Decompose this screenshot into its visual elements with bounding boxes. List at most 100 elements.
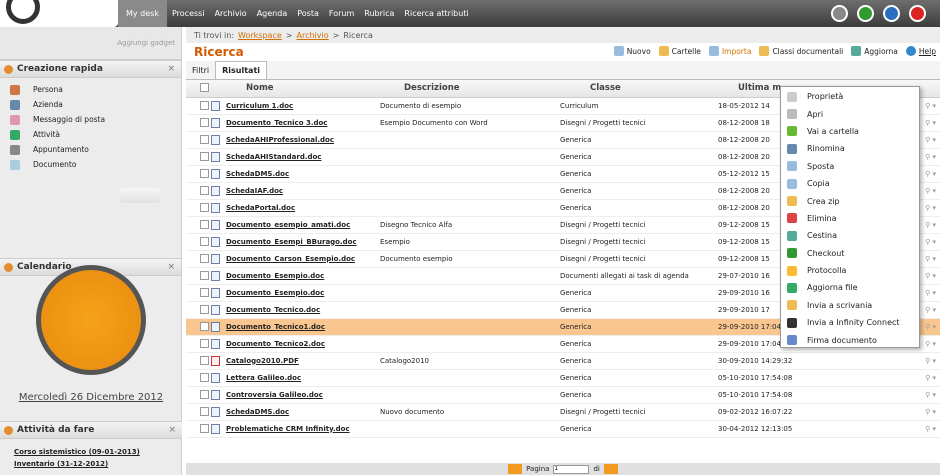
task-item[interactable]: Inventario (31-12-2012) — [0, 458, 182, 470]
search-icon[interactable]: ⚲ — [925, 340, 930, 348]
row-actions[interactable]: ⚲ ▾ — [900, 403, 940, 421]
row-nome[interactable]: Documento_Esempio.doc — [226, 284, 380, 302]
row-actions[interactable]: ⚲ ▾ — [900, 352, 940, 370]
file-link[interactable]: Catalogo2010.PDF — [226, 357, 299, 365]
row-checkbox[interactable] — [200, 322, 209, 331]
search-icon[interactable]: ⚲ — [925, 136, 930, 144]
new-button[interactable]: Nuovo — [613, 46, 651, 56]
chevron-down-icon[interactable]: ▾ — [932, 357, 936, 365]
row-actions[interactable]: ⚲ ▾ — [900, 420, 940, 438]
row-select-cell[interactable] — [186, 233, 226, 251]
row-checkbox[interactable] — [200, 407, 209, 416]
nav-agenda[interactable]: Agenda — [252, 9, 293, 18]
chevron-down-icon[interactable]: ▾ — [932, 272, 936, 280]
file-link[interactable]: SchedaAHIStandard.doc — [226, 153, 321, 161]
row-nome[interactable]: Documento_Tecnico 3.doc — [226, 114, 380, 132]
context-menu-item[interactable]: Crea zip — [781, 192, 919, 209]
file-link[interactable]: SchedaAHIProfessional.doc — [226, 136, 334, 144]
breadcrumb-workspace[interactable]: Workspace — [238, 31, 282, 40]
row-nome[interactable]: Documento_Tecnico2.doc — [226, 335, 380, 353]
search-icon[interactable]: ⚲ — [925, 272, 930, 280]
row-checkbox[interactable] — [200, 101, 209, 110]
row-nome[interactable]: Documento_Esempi_BBurago.doc — [226, 233, 380, 251]
file-link[interactable]: Documento_Tecnico1.doc — [226, 323, 325, 331]
row-checkbox[interactable] — [200, 373, 209, 382]
tab-filtri[interactable]: Filtri — [186, 61, 215, 79]
file-link[interactable]: Documento_Tecnico2.doc — [226, 340, 325, 348]
search-icon[interactable]: ⚲ — [925, 289, 930, 297]
file-link[interactable]: SchedaPortal.doc — [226, 204, 295, 212]
row-checkbox[interactable] — [200, 118, 209, 127]
search-icon[interactable]: ⚲ — [925, 153, 930, 161]
chevron-down-icon[interactable]: ▾ — [932, 187, 936, 195]
context-menu-item[interactable]: Apri — [781, 105, 919, 122]
row-nome[interactable]: Documento_Tecnico.doc — [226, 301, 380, 319]
row-select-cell[interactable] — [186, 97, 226, 115]
file-link[interactable]: Documento_Tecnico.doc — [226, 306, 320, 314]
table-row[interactable]: Lettera Galileo.doc Generica 05-10-2010 … — [186, 369, 940, 387]
nav-mydesk[interactable]: My desk — [118, 0, 167, 27]
file-link[interactable]: Documento_Esempi_BBurago.doc — [226, 238, 357, 246]
table-row[interactable]: Controversia Galileo.doc Generica 05-10-… — [186, 386, 940, 404]
chevron-down-icon[interactable]: ▾ — [932, 136, 936, 144]
context-menu-item[interactable]: Proprietà — [781, 88, 919, 105]
context-menu-item[interactable]: Sposta — [781, 158, 919, 175]
select-all-cell[interactable] — [186, 80, 226, 98]
chevron-down-icon[interactable]: ▾ — [932, 255, 936, 263]
nav-processi[interactable]: Processi — [167, 9, 210, 18]
quick-documento[interactable]: Documento — [10, 157, 181, 172]
quick-messaggio[interactable]: Messaggio di posta — [10, 112, 181, 127]
close-icon[interactable]: × — [167, 262, 175, 272]
row-nome[interactable]: Documento_Esempio.doc — [226, 267, 380, 285]
row-nome[interactable]: SchedaIAF.doc — [226, 182, 380, 200]
row-select-cell[interactable] — [186, 352, 226, 370]
search-icon[interactable]: ⚲ — [925, 391, 930, 399]
search-icon[interactable]: ⚲ — [925, 238, 930, 246]
col-descrizione[interactable]: Descrizione — [380, 80, 560, 98]
search-icon[interactable]: ⚲ — [925, 357, 930, 365]
nav-posta[interactable]: Posta — [292, 9, 324, 18]
quick-azienda[interactable]: Azienda — [10, 97, 181, 112]
col-classe[interactable]: Classe — [560, 80, 718, 98]
logout-icon[interactable] — [909, 5, 926, 22]
search-icon[interactable]: ⚲ — [925, 323, 930, 331]
row-nome[interactable]: SchedaAHIStandard.doc — [226, 148, 380, 166]
row-checkbox[interactable] — [200, 254, 209, 263]
row-select-cell[interactable] — [186, 301, 226, 319]
search-icon[interactable]: ⚲ — [925, 119, 930, 127]
file-link[interactable]: Controversia Galileo.doc — [226, 391, 323, 399]
row-actions[interactable]: ⚲ ▾ — [900, 386, 940, 404]
search-icon[interactable]: ⚲ — [925, 306, 930, 314]
file-link[interactable]: Documento_Tecnico 3.doc — [226, 119, 327, 127]
row-nome[interactable]: Curriculum 1.doc — [226, 97, 380, 115]
row-nome[interactable]: Catalogo2010.PDF — [226, 352, 380, 370]
file-link[interactable]: Documento_Esempio.doc — [226, 289, 324, 297]
search-icon[interactable]: ⚲ — [925, 102, 930, 110]
row-select-cell[interactable] — [186, 148, 226, 166]
row-select-cell[interactable] — [186, 369, 226, 387]
page-input[interactable] — [553, 464, 590, 474]
search-icon[interactable]: ⚲ — [925, 255, 930, 263]
file-link[interactable]: SchedaIAF.doc — [226, 187, 283, 195]
row-select-cell[interactable] — [186, 199, 226, 217]
row-checkbox[interactable] — [200, 288, 209, 297]
row-checkbox[interactable] — [200, 305, 209, 314]
chevron-down-icon[interactable]: ▾ — [932, 153, 936, 161]
import-button[interactable]: Importa — [708, 46, 751, 56]
search-icon[interactable]: ⚲ — [925, 425, 930, 433]
chevron-down-icon[interactable]: ▾ — [932, 408, 936, 416]
chevron-down-icon[interactable]: ▾ — [932, 170, 936, 178]
row-select-cell[interactable] — [186, 386, 226, 404]
file-link[interactable]: Lettera Galileo.doc — [226, 374, 301, 382]
context-menu-item[interactable]: Firma documento — [781, 331, 919, 348]
col-nome[interactable]: Nome — [226, 80, 380, 98]
tab-risultati[interactable]: Risultati — [215, 61, 268, 79]
context-menu-item[interactable]: Copia — [781, 175, 919, 192]
status-icon[interactable] — [857, 5, 874, 22]
row-checkbox[interactable] — [200, 152, 209, 161]
context-menu-item[interactable]: Elimina — [781, 210, 919, 227]
row-nome[interactable]: Documento_esempio_amati.doc — [226, 216, 380, 234]
row-actions[interactable]: ⚲ ▾ — [900, 369, 940, 387]
chevron-down-icon[interactable]: ▾ — [932, 425, 936, 433]
row-checkbox[interactable] — [200, 203, 209, 212]
